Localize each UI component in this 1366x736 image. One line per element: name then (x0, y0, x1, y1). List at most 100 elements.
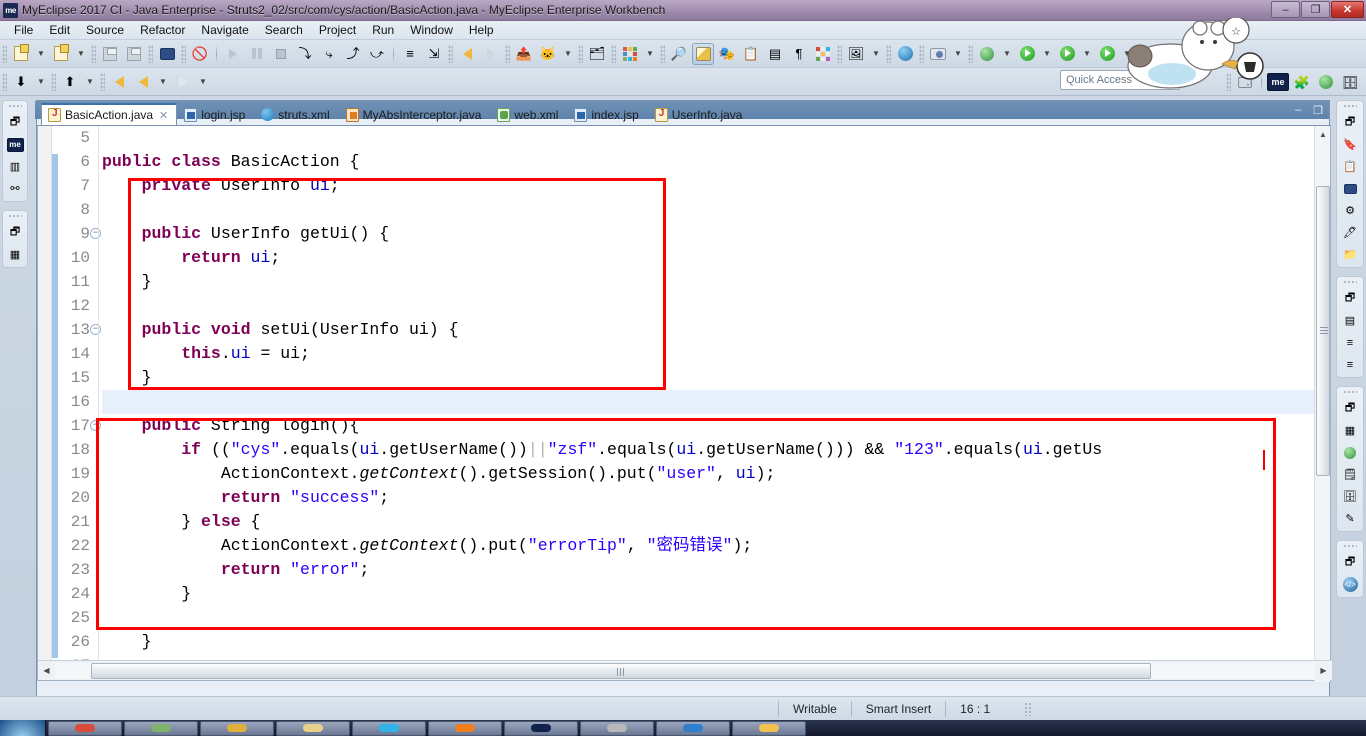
console-icon[interactable] (156, 43, 178, 65)
save-all-icon[interactable] (123, 43, 145, 65)
dock-drag-handle-r4[interactable] (1343, 544, 1357, 549)
new-wizard-icon[interactable] (10, 43, 32, 65)
restore-view-icon-r3[interactable]: 🗗 (1341, 400, 1359, 417)
menu-window[interactable]: Window (402, 22, 461, 38)
notes-icon[interactable]: 🗒 (1341, 466, 1359, 483)
table-icon[interactable] (812, 43, 834, 65)
code-line[interactable]: ActionContext.getContext().getSession().… (102, 462, 1314, 486)
run-icon[interactable] (1016, 43, 1038, 65)
deploy-icon[interactable]: 📤 (513, 43, 535, 65)
code-line[interactable]: return ui; (102, 246, 1314, 270)
code-line[interactable] (102, 126, 1314, 150)
vertical-scroll-thumb[interactable] (1316, 186, 1330, 476)
taskbar-item[interactable] (504, 720, 578, 736)
scroll-up-arrow-icon[interactable]: ▲ (1315, 126, 1331, 143)
console-icon-r[interactable] (1341, 180, 1359, 197)
toolbar-drag-handle-2[interactable] (2, 72, 7, 91)
menu-run[interactable]: Run (364, 22, 402, 38)
run-config-dropdown-arrow[interactable]: ▼ (1080, 43, 1094, 65)
dock-drag-handle-r2[interactable] (1343, 280, 1357, 285)
code-fold-toggle-icon[interactable]: − (90, 420, 101, 431)
code-line[interactable]: public class BasicAction { (102, 150, 1314, 174)
code-view-icon[interactable]: </> (1341, 576, 1359, 593)
tab-myabsinterceptor-java[interactable]: MyAbsInterceptor.java (339, 103, 491, 126)
menu-file[interactable]: File (6, 22, 41, 38)
db-browser-icon[interactable]: 🗄 (1341, 488, 1359, 505)
new-perspective-icon[interactable]: 🗔 (1234, 71, 1256, 93)
toolbar-drag-handle[interactable] (2, 44, 7, 63)
back-icon[interactable] (132, 71, 154, 93)
snapshot-icon[interactable] (927, 43, 949, 65)
code-line[interactable] (102, 606, 1314, 630)
tab-basicaction-java[interactable]: BasicAction.java ✕ (41, 103, 178, 126)
refresh-dropdown-arrow[interactable]: ▼ (1193, 43, 1207, 65)
taskbar-item[interactable] (732, 720, 806, 736)
editor-annotation-gutter[interactable] (38, 126, 52, 680)
tomcat-dropdown-arrow[interactable]: ▼ (561, 43, 575, 65)
new-project-icon[interactable]: 🔲 (1145, 43, 1167, 65)
editor-vertical-scrollbar[interactable]: ▲ ▼ (1314, 126, 1330, 682)
code-fold-toggle-icon[interactable]: − (90, 324, 101, 335)
properties-icon[interactable]: ▤ (1341, 312, 1359, 329)
tab-web-xml[interactable]: web.xml (490, 103, 567, 126)
refresh-icon[interactable] (1169, 43, 1191, 65)
import-dropdown-arrow[interactable]: ▼ (34, 71, 48, 93)
edit-view-icon[interactable]: ✎ (1341, 510, 1359, 527)
profile-icon[interactable] (1096, 43, 1118, 65)
restore-view-icon-2[interactable]: 🗗 (6, 224, 24, 241)
dock-drag-handle[interactable] (8, 104, 22, 109)
export-wizard-icon[interactable]: ⬆ (59, 71, 81, 93)
profile-dropdown-arrow[interactable]: ▼ (1120, 43, 1134, 65)
save-icon[interactable] (99, 43, 121, 65)
editor-code-area[interactable]: public class BasicAction { private UserI… (102, 126, 1314, 680)
taskbar-item[interactable] (48, 720, 122, 736)
code-line[interactable]: } (102, 630, 1314, 654)
menu-project[interactable]: Project (311, 22, 364, 38)
debug-perspective-icon[interactable] (1315, 71, 1337, 93)
open-type-icon[interactable]: 🗂 (586, 43, 608, 65)
restore-button[interactable]: ❐ (1301, 1, 1330, 18)
quick-access-input[interactable]: Quick Access (1060, 70, 1180, 90)
editor-minimize-button[interactable]: – (1295, 104, 1301, 116)
taskbar-item[interactable] (656, 720, 730, 736)
new-file-dropdown-arrow[interactable]: ▼ (74, 43, 88, 65)
tomcat-icon[interactable]: 🐱 (537, 43, 559, 65)
export-icon[interactable]: 📋 (740, 43, 762, 65)
code-line[interactable] (102, 390, 1314, 414)
forward-icon[interactable] (172, 71, 194, 93)
code-line[interactable] (102, 198, 1314, 222)
run-dropdown-arrow[interactable]: ▼ (1040, 43, 1054, 65)
code-line[interactable]: } (102, 366, 1314, 390)
myeclipse-java-icon[interactable]: 🧩 (1291, 71, 1313, 93)
tab-index-jsp[interactable]: index.jsp (567, 103, 647, 126)
previous-annotation-icon[interactable]: ⇲ (423, 43, 445, 65)
dock-drag-handle-2[interactable] (8, 214, 22, 219)
taskbar-item[interactable] (124, 720, 198, 736)
package-explorer-icon[interactable]: ▥ (6, 158, 24, 175)
undo-icon[interactable] (456, 43, 478, 65)
back-dropdown-arrow[interactable]: ▼ (156, 71, 170, 93)
next-annotation-icon[interactable]: ≡ (399, 43, 421, 65)
database-perspective-icon[interactable]: 🗄 (1339, 71, 1361, 93)
menu-refactor[interactable]: Refactor (132, 22, 193, 38)
tab-userinfo-java[interactable]: UserInfo.java (648, 103, 752, 126)
taskbar-item[interactable] (276, 720, 350, 736)
tasks-icon[interactable]: 📋 (1341, 158, 1359, 175)
status-resize-grip-icon[interactable] (1024, 701, 1033, 716)
editor-maximize-button[interactable]: ❐ (1313, 104, 1323, 117)
color-palette-icon[interactable] (619, 43, 641, 65)
new-file-icon[interactable] (50, 43, 72, 65)
taskbar-item[interactable] (428, 720, 502, 736)
problems-icon[interactable]: 🔖 (1341, 136, 1359, 153)
menu-navigate[interactable]: Navigate (193, 22, 256, 38)
menu-source[interactable]: Source (78, 22, 132, 38)
tab-struts-xml[interactable]: struts.xml (254, 103, 338, 126)
editor-horizontal-scrollbar[interactable]: ◀ ▶ (38, 660, 1332, 680)
project-explorer-icon[interactable]: 📁 (1341, 246, 1359, 263)
forward-dropdown-arrow[interactable]: ▼ (196, 71, 210, 93)
run-config-icon[interactable] (1056, 43, 1078, 65)
code-line[interactable]: public String login(){ (102, 414, 1314, 438)
export-dropdown-arrow[interactable]: ▼ (83, 71, 97, 93)
outline-2-icon[interactable]: ≡ (1341, 356, 1359, 373)
code-line[interactable]: } else { (102, 510, 1314, 534)
